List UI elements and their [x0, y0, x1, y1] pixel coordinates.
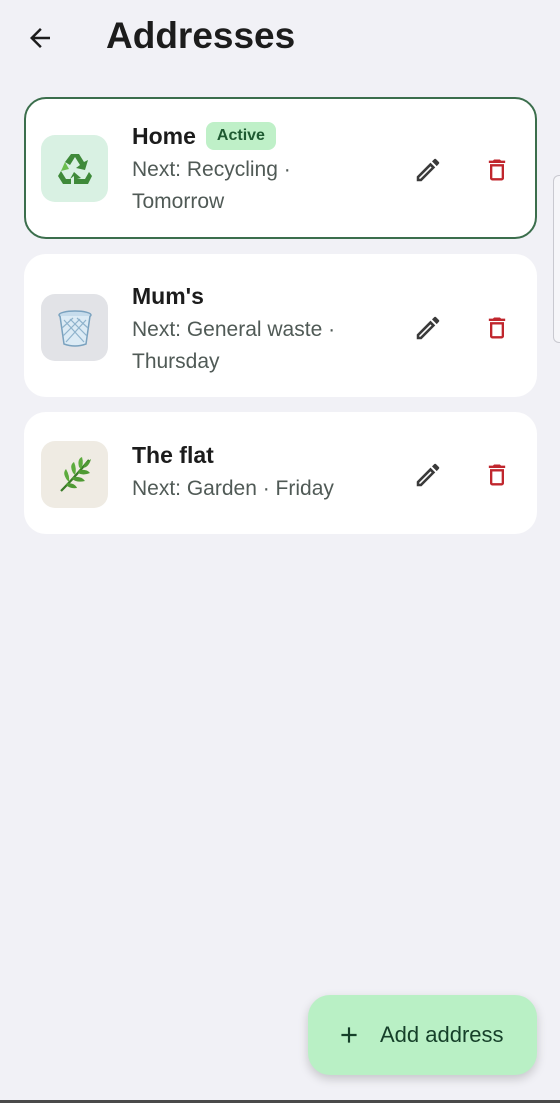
edit-button[interactable] [406, 453, 450, 497]
pencil-icon [416, 316, 440, 340]
next-collection-text: Next: Recycling · Tomorrow [132, 154, 392, 218]
edge-scroll-handle[interactable] [553, 175, 560, 343]
next-collection-line-2: Tomorrow [132, 190, 225, 213]
active-badge: Active [205, 122, 276, 150]
arrow-left-icon [30, 28, 50, 48]
next-collection-line-2: Thursday [132, 350, 220, 373]
address-list: Home Active Next: Recycling · Tomorrow M… [24, 97, 537, 549]
address-text: The flat Next: Garden · Friday [132, 439, 392, 505]
next-collection-line-1: Next: General waste · [132, 318, 336, 341]
address-name: Mum's [132, 283, 204, 309]
general-waste-bin-icon [57, 309, 92, 347]
add-address-button[interactable]: Add address [308, 995, 537, 1075]
trash-icon [488, 464, 506, 486]
garden-leaf-icon [59, 456, 91, 492]
trash-icon [488, 159, 506, 181]
name-row: Home Active [132, 120, 392, 152]
next-collection-text: Next: General waste · Thursday [132, 314, 392, 378]
edit-button[interactable] [406, 148, 450, 192]
delete-button[interactable] [475, 453, 519, 497]
trash-icon [488, 317, 506, 339]
address-text: Home Active Next: Recycling · Tomorrow [132, 120, 392, 218]
address-card-home[interactable]: Home Active Next: Recycling · Tomorrow [24, 97, 537, 239]
name-row: The flat [132, 439, 392, 471]
address-text: Mum's Next: General waste · Thursday [132, 280, 392, 378]
next-collection-line-1: Next: Garden · Friday [132, 477, 334, 500]
recycling-icon [57, 153, 92, 184]
plus-icon [341, 1027, 357, 1043]
pencil-icon [416, 463, 440, 487]
address-name: Home [132, 123, 196, 149]
pencil-icon [416, 158, 440, 182]
bin-tile [41, 135, 108, 202]
page-title: Addresses [106, 15, 296, 56]
address-card-mums[interactable]: Mum's Next: General waste · Thursday [24, 254, 537, 397]
address-card-the-flat[interactable]: The flat Next: Garden · Friday [24, 412, 537, 534]
next-collection-text: Next: Garden · Friday [132, 473, 392, 505]
bin-tile [41, 441, 108, 508]
delete-button[interactable] [475, 306, 519, 350]
app-bar: Addresses [0, 0, 560, 76]
address-name: The flat [132, 442, 214, 468]
add-address-label: Add address [380, 1022, 504, 1047]
bin-tile [41, 294, 108, 361]
edit-button[interactable] [406, 306, 450, 350]
next-collection-line-1: Next: Recycling · [132, 158, 291, 181]
name-row: Mum's [132, 280, 392, 312]
back-button[interactable] [20, 18, 60, 58]
delete-button[interactable] [475, 148, 519, 192]
